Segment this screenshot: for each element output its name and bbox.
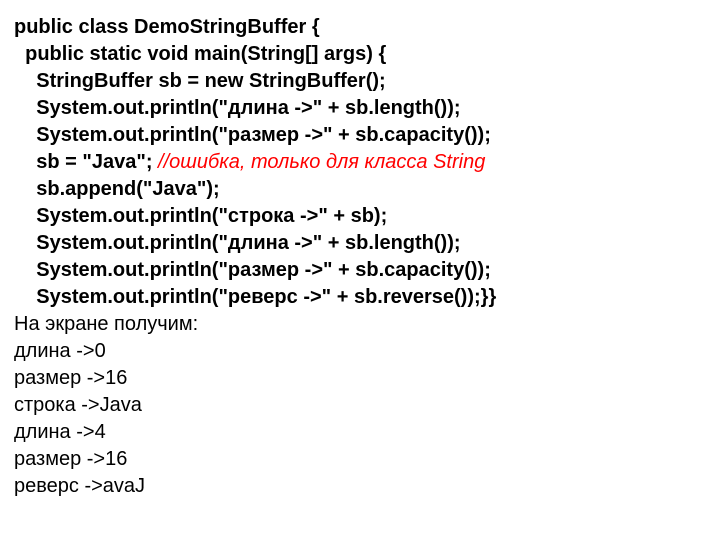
output-line: реверс ->avaJ [14,473,718,500]
code-line: public class DemoStringBuffer { [14,14,718,41]
code-line: System.out.println("размер ->" + sb.capa… [14,122,718,149]
output-heading: На экране получим: [14,311,718,338]
output-block: На экране получим: длина ->0 размер ->16… [14,311,718,500]
code-line: public static void main(String[] args) { [14,41,718,68]
code-line: System.out.println("длина ->" + sb.lengt… [14,230,718,257]
output-line: длина ->4 [14,419,718,446]
code-block: public class DemoStringBuffer { public s… [14,14,718,311]
code-line: System.out.println("длина ->" + sb.lengt… [14,95,718,122]
output-line: размер ->16 [14,446,718,473]
code-line: System.out.println("реверс ->" + sb.reve… [14,284,718,311]
output-line: размер ->16 [14,365,718,392]
output-line: длина ->0 [14,338,718,365]
page: public class DemoStringBuffer { public s… [0,0,720,500]
code-line: StringBuffer sb = new StringBuffer(); [14,68,718,95]
code-line: sb = "Java"; //ошибка, только для класса… [14,149,718,176]
code-line: System.out.println("строка ->" + sb); [14,203,718,230]
code-comment: //ошибка, только для класса String [158,151,485,173]
code-line: sb.append("Java"); [14,176,718,203]
output-line: строка ->Java [14,392,718,419]
code-text: sb = "Java"; [14,151,158,173]
code-line: System.out.println("размер ->" + sb.capa… [14,257,718,284]
